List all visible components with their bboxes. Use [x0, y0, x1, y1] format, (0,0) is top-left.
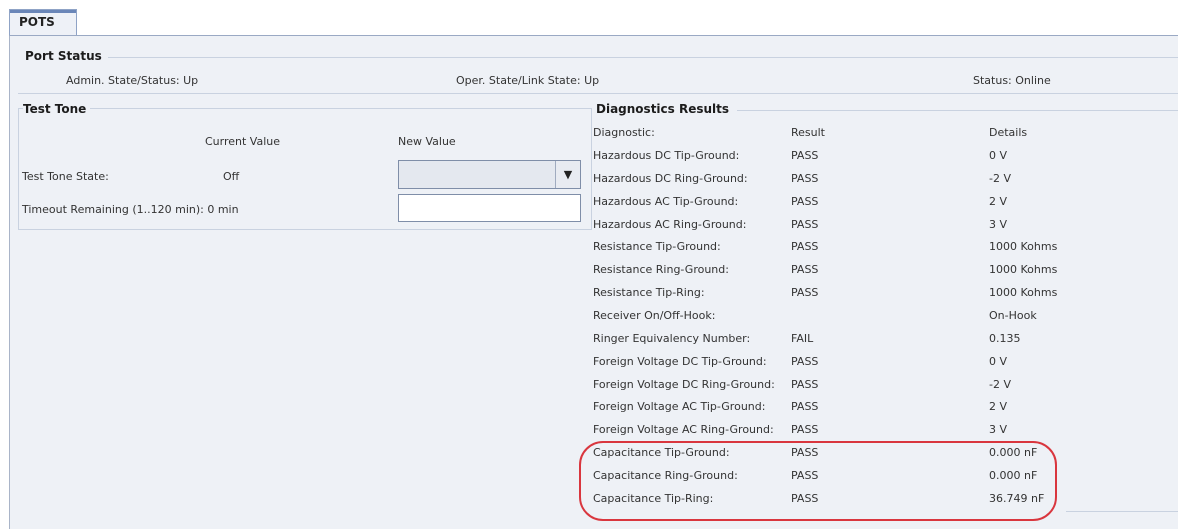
- diagnostic-details: 3 V: [989, 218, 1008, 231]
- diagnostic-name: Receiver On/Off-Hook:: [593, 309, 716, 322]
- diagnostic-name: Hazardous DC Tip-Ground:: [593, 149, 740, 162]
- admin-state-text: Admin. State/Status: Up: [66, 74, 199, 87]
- diagnostics-results-title: Diagnostics Results: [596, 102, 730, 116]
- diagnostic-details: 2 V: [989, 400, 1008, 413]
- diagnostic-details: 3 V: [989, 423, 1008, 436]
- diagnostic-name: Hazardous AC Ring-Ground:: [593, 218, 747, 231]
- test-tone-title: Test Tone: [23, 102, 91, 116]
- diagnostic-result: PASS: [791, 263, 819, 276]
- diagnostic-details: -2 V: [989, 378, 1011, 391]
- diagnostic-result: PASS: [791, 172, 819, 185]
- diagnostic-details: 0.135: [989, 332, 1021, 345]
- diagnostic-details: 0 V: [989, 149, 1008, 162]
- test-tone-state-label: Test Tone State:: [22, 170, 109, 183]
- diagnostic-name: Foreign Voltage AC Ring-Ground:: [593, 423, 774, 436]
- diagnostic-name: Foreign Voltage AC Tip-Ground:: [593, 400, 766, 413]
- diagnostic-result: PASS: [791, 286, 819, 299]
- details-column-header: Details: [989, 126, 1028, 139]
- diagnostic-result: PASS: [791, 378, 819, 391]
- timeout-remaining-label: Timeout Remaining (1..120 min): 0 min: [22, 203, 239, 216]
- tab-strip: POTS: [9, 9, 1178, 36]
- diagnostic-details: 2 V: [989, 195, 1008, 208]
- diagnostics-bottom-border: [1066, 511, 1178, 512]
- diagnostic-result: PASS: [791, 149, 819, 162]
- diagnostic-details: 1000 Kohms: [989, 240, 1058, 253]
- chevron-down-icon[interactable]: ▼: [555, 161, 580, 188]
- port-status-title: Port Status: [25, 49, 102, 63]
- port-status-divider: [108, 57, 1178, 58]
- diagnostic-name: Foreign Voltage DC Ring-Ground:: [593, 378, 775, 391]
- diagnostic-details: 1000 Kohms: [989, 286, 1058, 299]
- timeout-input[interactable]: [398, 194, 581, 222]
- oper-state-text: Oper. State/Link State: Up: [456, 74, 600, 87]
- diagnostic-result: PASS: [791, 240, 819, 253]
- diagnostic-column-header: Diagnostic:: [593, 126, 655, 139]
- diagnostic-name: Resistance Tip-Ground:: [593, 240, 721, 253]
- test-tone-state-select[interactable]: ▼: [398, 160, 581, 189]
- tab-pots-label: POTS: [19, 15, 55, 29]
- diagnostics-divider: [737, 110, 1178, 111]
- diagnostic-name: Ringer Equivalency Number:: [593, 332, 751, 345]
- diagnostic-result: PASS: [791, 355, 819, 368]
- new-value-header: New Value: [398, 135, 456, 148]
- diagnostic-name: Resistance Tip-Ring:: [593, 286, 705, 299]
- diagnostic-details: On-Hook: [989, 309, 1037, 322]
- tab-pots[interactable]: POTS: [9, 9, 77, 35]
- diagnostic-name: Foreign Voltage DC Tip-Ground:: [593, 355, 767, 368]
- current-value-header: Current Value: [205, 135, 281, 148]
- diagnostic-result: PASS: [791, 218, 819, 231]
- diagnostic-details: 1000 Kohms: [989, 263, 1058, 276]
- capacitance-highlight-annotation: [579, 441, 1057, 521]
- diagnostic-name: Hazardous AC Tip-Ground:: [593, 195, 739, 208]
- diagnostic-details: 0 V: [989, 355, 1008, 368]
- test-tone-state-value: Off: [223, 170, 240, 183]
- status-text: Status: Online: [973, 74, 1051, 87]
- port-status-bottom-border: [18, 93, 1178, 94]
- diagnostic-details: -2 V: [989, 172, 1011, 185]
- diagnostic-result: PASS: [791, 400, 819, 413]
- diagnostic-result: PASS: [791, 195, 819, 208]
- diagnostic-name: Hazardous DC Ring-Ground:: [593, 172, 748, 185]
- diagnostic-result: FAIL: [791, 332, 814, 345]
- diagnostic-result: PASS: [791, 423, 819, 436]
- diagnostic-name: Resistance Ring-Ground:: [593, 263, 729, 276]
- result-column-header: Result: [791, 126, 825, 139]
